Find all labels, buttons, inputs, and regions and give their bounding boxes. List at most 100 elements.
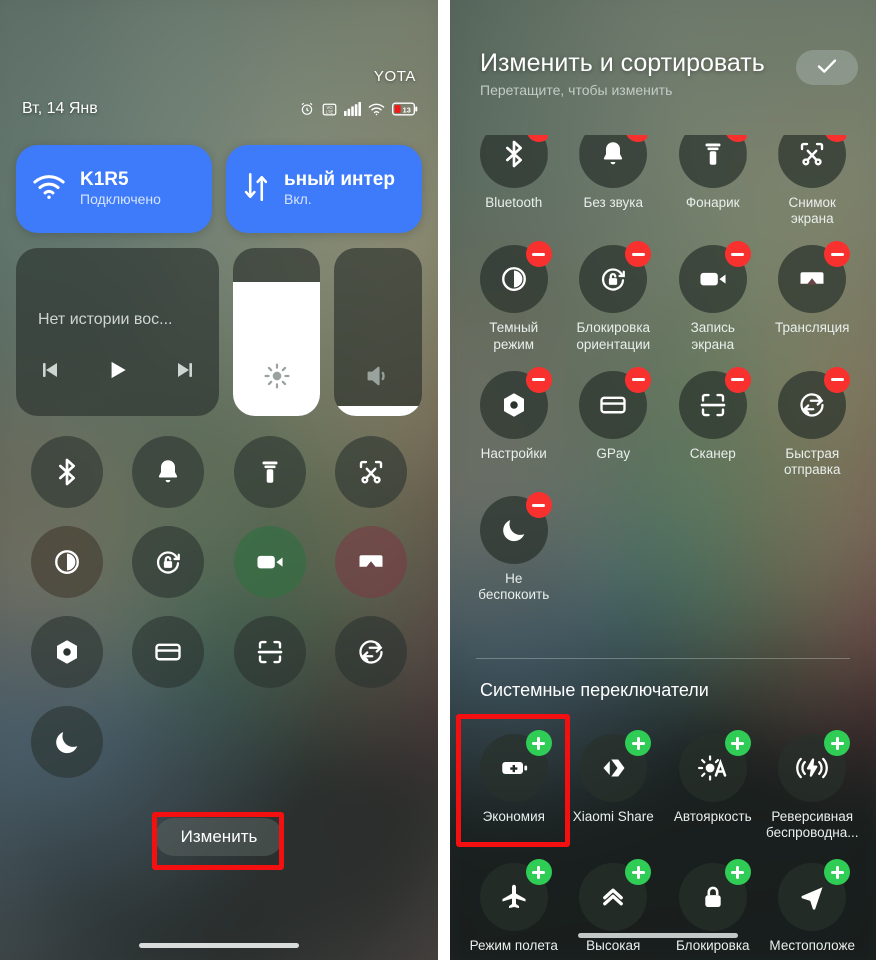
bell-icon[interactable] xyxy=(579,134,648,188)
remove-badge-icon[interactable] xyxy=(824,241,851,268)
remove-badge-icon[interactable] xyxy=(525,366,552,393)
toggle-scanner[interactable] xyxy=(219,616,321,688)
volume-slider[interactable] xyxy=(334,248,422,416)
active-toggle-item[interactable]: Фонарик xyxy=(663,120,763,227)
add-badge-icon[interactable] xyxy=(824,730,851,756)
brightness-slider[interactable] xyxy=(232,248,321,416)
add-badge-icon[interactable] xyxy=(625,730,652,756)
active-toggle-item[interactable]: Быстрая отправка xyxy=(763,366,863,478)
add-badge-icon[interactable] xyxy=(824,859,851,886)
available-toggle-item[interactable]: Реверсивная беспроводна... xyxy=(763,730,863,841)
active-toggle-item[interactable]: GPay xyxy=(564,366,664,478)
card-icon[interactable] xyxy=(579,366,652,439)
toggle-settings[interactable] xyxy=(16,616,118,688)
remove-badge-icon[interactable] xyxy=(525,241,552,268)
done-button[interactable] xyxy=(796,50,858,85)
scroll-indicator[interactable] xyxy=(578,933,738,938)
remove-badge-icon[interactable] xyxy=(525,492,552,519)
scan-frame-icon[interactable] xyxy=(678,366,751,439)
active-toggle-item[interactable]: Запись экрана xyxy=(663,241,763,352)
location-arrow-icon[interactable] xyxy=(778,859,851,932)
active-toggle-item[interactable]: Bluetooth xyxy=(464,120,564,227)
edit-button[interactable]: Изменить xyxy=(154,818,284,856)
card-icon[interactable] xyxy=(132,616,205,688)
toggle-cast[interactable] xyxy=(321,526,423,598)
active-toggle-item[interactable]: Трансляция xyxy=(763,241,863,352)
remove-badge-icon[interactable] xyxy=(824,366,851,393)
active-toggle-item[interactable]: Без звука xyxy=(564,120,664,227)
media-player-tile[interactable]: Нет истории вос... xyxy=(16,248,219,416)
play-icon[interactable] xyxy=(104,357,130,388)
next-track-icon[interactable] xyxy=(173,358,197,387)
add-badge-icon[interactable] xyxy=(625,859,652,886)
remove-badge-icon[interactable] xyxy=(525,134,548,142)
remove-badge-icon[interactable] xyxy=(724,134,747,142)
rotation-lock-icon[interactable] xyxy=(579,241,652,314)
reverse-charge-icon[interactable] xyxy=(778,730,851,802)
xiaomi-share-icon[interactable] xyxy=(579,730,652,802)
scissors-icon[interactable] xyxy=(778,134,847,188)
available-toggle-item[interactable]: Местоположе xyxy=(763,859,863,954)
toggle-gpay[interactable] xyxy=(118,616,220,688)
bell-icon[interactable] xyxy=(132,436,205,508)
cast-icon[interactable] xyxy=(778,241,851,314)
settings-gear-icon[interactable] xyxy=(30,616,103,688)
scan-frame-icon[interactable] xyxy=(233,616,306,688)
active-toggle-item[interactable]: Снимок экрана xyxy=(763,120,863,227)
airplane-icon[interactable] xyxy=(479,859,552,932)
lock-icon[interactable] xyxy=(678,859,751,932)
moon-icon[interactable] xyxy=(30,706,103,778)
mobile-data-tile[interactable]: ьный интер Вкл. xyxy=(226,145,422,233)
available-toggle-item[interactable]: Автояркость xyxy=(663,730,763,841)
flashlight-icon[interactable] xyxy=(678,134,747,188)
quick-send-icon[interactable] xyxy=(335,616,408,688)
add-badge-icon[interactable] xyxy=(525,730,552,756)
bluetooth-icon[interactable] xyxy=(479,134,548,188)
add-badge-icon[interactable] xyxy=(525,859,552,886)
battery-saver-icon[interactable] xyxy=(479,730,552,802)
moon-icon[interactable] xyxy=(479,492,552,565)
add-badge-icon[interactable] xyxy=(724,859,751,886)
scissors-icon[interactable] xyxy=(335,436,408,508)
remove-badge-icon[interactable] xyxy=(724,241,751,268)
video-camera-icon[interactable] xyxy=(233,526,306,598)
active-toggle-item[interactable]: Не беспокоить xyxy=(464,492,564,603)
toggle-quick-send[interactable] xyxy=(321,616,423,688)
add-badge-icon[interactable] xyxy=(724,730,751,756)
toggle-rotation-lock[interactable] xyxy=(118,526,220,598)
toggle-screenshot[interactable] xyxy=(321,436,423,508)
available-toggle-item[interactable]: Режим полета xyxy=(464,859,564,954)
available-toggle-item[interactable]: Xiaomi Share xyxy=(564,730,664,841)
flashlight-icon[interactable] xyxy=(233,436,306,508)
toggle-flashlight[interactable] xyxy=(219,436,321,508)
available-toggle-item[interactable]: Блокировка xyxy=(663,859,763,954)
active-toggle-item[interactable]: Темный режим xyxy=(464,241,564,352)
remove-badge-icon[interactable] xyxy=(824,134,847,142)
cast-icon[interactable] xyxy=(335,526,408,598)
rotation-lock-icon[interactable] xyxy=(132,526,205,598)
quick-send-icon[interactable] xyxy=(778,366,851,439)
performance-icon[interactable] xyxy=(579,859,652,932)
dark-mode-icon[interactable] xyxy=(30,526,103,598)
active-toggle-item[interactable]: Блокировка ориентации xyxy=(564,241,664,352)
dark-mode-icon[interactable] xyxy=(479,241,552,314)
available-toggle-item[interactable]: Высокая xyxy=(564,859,664,954)
remove-badge-icon[interactable] xyxy=(625,366,652,393)
active-toggle-item[interactable]: Сканер xyxy=(663,366,763,478)
remove-badge-icon[interactable] xyxy=(625,134,648,142)
available-toggle-item[interactable]: Экономия xyxy=(464,730,564,841)
remove-badge-icon[interactable] xyxy=(625,241,652,268)
toggle-bluetooth[interactable] xyxy=(16,436,118,508)
settings-gear-icon[interactable] xyxy=(479,366,552,439)
previous-track-icon[interactable] xyxy=(38,358,62,387)
active-toggle-item[interactable]: Настройки xyxy=(464,366,564,478)
auto-brightness-icon[interactable] xyxy=(678,730,751,802)
toggle-screen-recording[interactable] xyxy=(219,526,321,598)
video-camera-icon[interactable] xyxy=(678,241,751,314)
bluetooth-icon[interactable] xyxy=(30,436,103,508)
toggle-dark-mode[interactable] xyxy=(16,526,118,598)
remove-badge-icon[interactable] xyxy=(724,366,751,393)
toggle-silent[interactable] xyxy=(118,436,220,508)
toggle-do-not-disturb[interactable] xyxy=(16,706,118,778)
wifi-tile[interactable]: K1R5 Подключено xyxy=(16,145,212,233)
